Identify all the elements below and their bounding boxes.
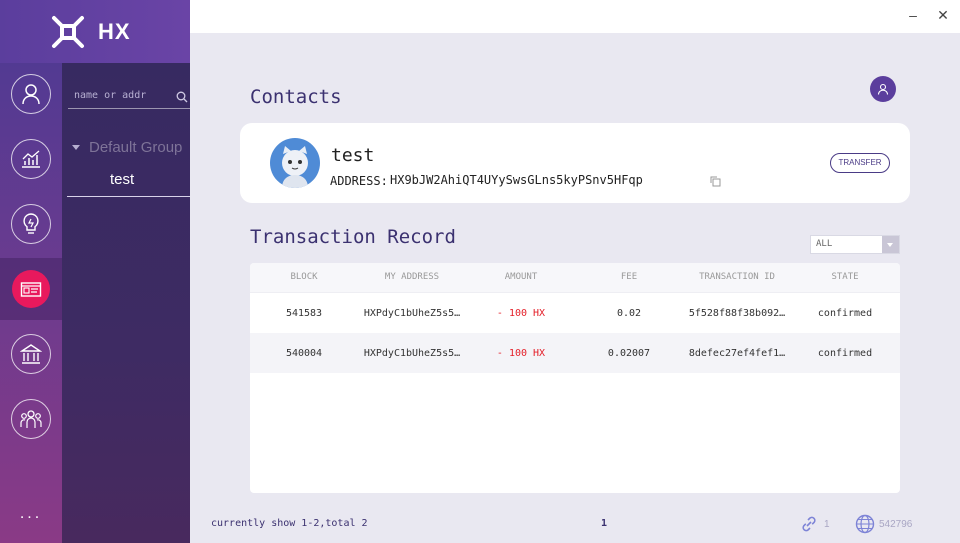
connections-count: 1 [824, 518, 830, 530]
column-header-block: BLOCK [290, 272, 318, 282]
cell-transaction-id[interactable]: 5f528f88f38b092… [689, 308, 785, 319]
cell-state: confirmed [817, 348, 873, 359]
title-bar: – ✕ [190, 0, 960, 33]
contact-list-item[interactable]: test [67, 167, 190, 197]
nav-bank-button[interactable] [11, 334, 51, 374]
hx-logo-icon [52, 15, 84, 48]
people-icon [20, 410, 42, 428]
column-header-amount: AMOUNT [504, 272, 538, 282]
search-input[interactable] [74, 90, 170, 101]
transfer-button[interactable]: TRANSFER [830, 153, 890, 173]
nav-ideas-button[interactable] [11, 204, 51, 244]
cell-address: HXPdyC1bUheZ5s5… [363, 308, 461, 319]
column-header-transaction-id: TRANSACTION ID [699, 272, 775, 282]
cell-state: confirmed [817, 308, 873, 319]
address-label: ADDRESS: [330, 174, 388, 188]
copy-icon[interactable] [710, 176, 721, 187]
contact-group-default[interactable]: Default Group [72, 139, 182, 156]
nav-rail: ... [0, 0, 62, 543]
table-header: BLOCK MY ADDRESS AMOUNT FEE TRANSACTION … [250, 263, 900, 293]
bank-icon [20, 344, 42, 364]
address-value: HX9bJW2AhiQT4UYySwsGLns5kyPSnv5HFqp [390, 173, 643, 187]
user-menu-button[interactable] [870, 76, 896, 102]
avatar [270, 138, 320, 188]
caret-down-icon [72, 145, 80, 150]
cell-amount: - 100 HX [496, 308, 546, 319]
contacts-panel: Default Group test [62, 63, 190, 543]
filter-select[interactable]: ALL [810, 235, 900, 254]
search-icon[interactable] [176, 91, 188, 103]
contact-card-icon [20, 282, 42, 297]
block-height: 542796 [879, 518, 913, 530]
nav-community-button[interactable] [11, 399, 51, 439]
search-box [68, 87, 190, 109]
cell-fee: 0.02 [616, 308, 642, 319]
group-label: Default Group [89, 139, 183, 156]
cat-avatar-icon [282, 146, 308, 188]
minimize-button[interactable]: – [906, 8, 920, 22]
contact-card: test ADDRESS: HX9bJW2AhiQT4UYySwsGLns5ky… [240, 123, 910, 203]
filter-value: ALL [816, 239, 833, 249]
globe-icon [855, 514, 875, 534]
nav-account-button[interactable] [11, 74, 51, 114]
user-icon [22, 84, 40, 105]
link-icon [802, 516, 816, 532]
contact-name: test [331, 145, 375, 166]
cell-transaction-id[interactable]: 8defec27ef4fef1… [689, 348, 785, 359]
app-logo: HX [0, 0, 190, 63]
column-header-state: STATE [831, 272, 859, 282]
cell-amount: - 100 HX [496, 348, 546, 359]
close-button[interactable]: ✕ [936, 8, 950, 22]
column-header-fee: FEE [620, 272, 638, 282]
table-row[interactable]: 540004 HXPdyC1bUheZ5s5… - 100 HX 0.02007… [250, 333, 900, 373]
column-header-my-address: MY ADDRESS [384, 272, 440, 282]
cell-fee: 0.02007 [607, 348, 651, 359]
page-number-button[interactable]: 1 [601, 518, 607, 529]
user-icon [877, 83, 889, 95]
cell-block: 541583 [285, 308, 323, 319]
connections-status: 1 [799, 514, 830, 534]
page-title: Contacts [250, 86, 342, 108]
block-height-status: 542796 [855, 514, 912, 534]
table-row[interactable]: 541583 HXPdyC1bUheZ5s5… - 100 HX 0.02 5f… [250, 293, 900, 333]
cell-address: HXPdyC1bUheZ5s5… [363, 348, 461, 359]
transaction-table: BLOCK MY ADDRESS AMOUNT FEE TRANSACTION … [250, 263, 900, 493]
bulb-icon [23, 213, 39, 234]
chart-icon [22, 150, 40, 168]
nav-contacts-button[interactable] [12, 270, 50, 308]
nav-market-button[interactable] [11, 139, 51, 179]
cell-block: 540004 [285, 348, 323, 359]
nav-more-button[interactable]: ... [0, 505, 62, 523]
app-name: HX [98, 18, 131, 44]
pagination-summary: currently show 1-2,total 2 [211, 518, 368, 529]
transaction-record-title: Transaction Record [250, 226, 456, 248]
chevron-down-icon [882, 236, 899, 253]
